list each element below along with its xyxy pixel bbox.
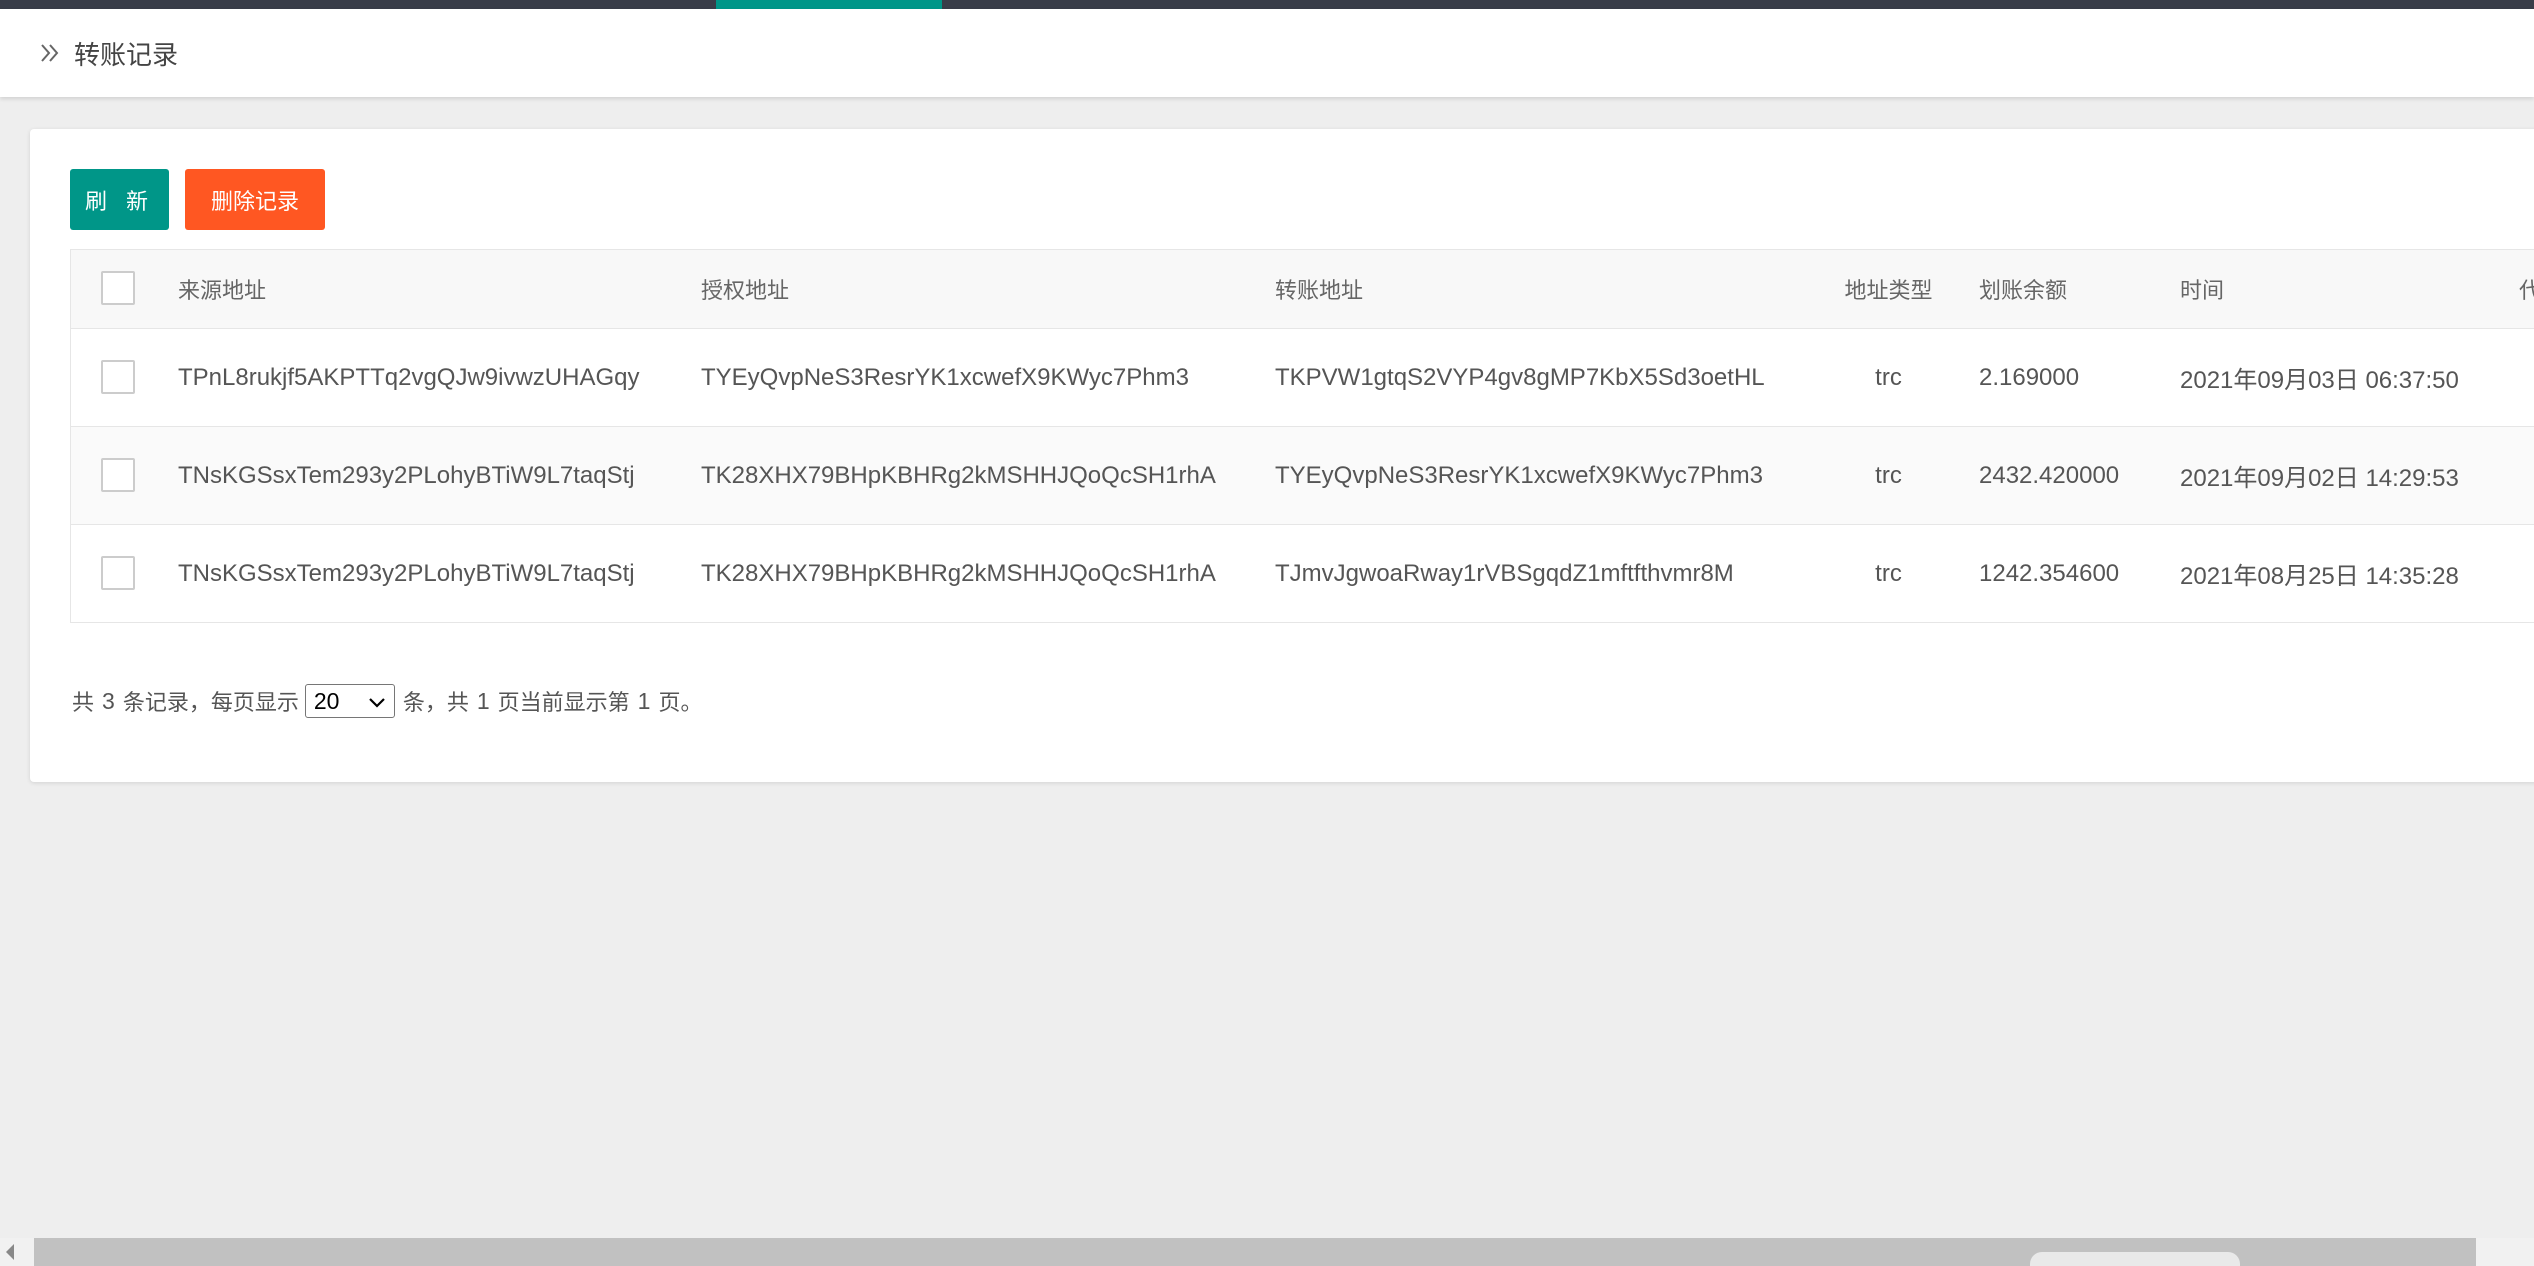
column-header-target[interactable]: 转账地址 (1275, 250, 1363, 328)
chevron-down-icon (368, 688, 386, 715)
column-header-truncated[interactable]: 代 (2519, 250, 2534, 328)
row-checkbox[interactable] (101, 555, 135, 590)
transfer-amount: 2432.420000 (1979, 461, 2120, 489)
per-page-value: 20 (313, 687, 340, 714)
page-title: 转账记录 (74, 40, 179, 71)
target-address: TJmvJgwoaRway1rVBSgqdZ1mftfthvmr8M (1275, 559, 1734, 587)
auth-address: TYEyQvpNeS3ResrYK1xcwefX9KWyc7Phm3 (701, 363, 1189, 391)
double-chevron-right-icon (36, 39, 64, 67)
current-page-number: 1 (637, 687, 651, 714)
target-address: TKPVW1gtqS2VYP4gv8gMP7KbX5Sd3oetHL (1275, 363, 1765, 391)
table-row[interactable]: TNsKGSsxTem293y2PLohyBTiW9L7taqStj TK28X… (71, 427, 2534, 525)
record-time: 2021年09月03日 06:37:50 (2180, 367, 2459, 394)
table-row[interactable]: TPnL8rukjf5AKPTTq2vgQJw9ivwzUHAGqy TYEyQ… (71, 329, 2534, 427)
refresh-button[interactable]: 刷 新 (70, 169, 169, 230)
column-header-amount[interactable]: 划账余额 (1979, 250, 2067, 328)
transfer-amount: 2.169000 (1979, 363, 2080, 391)
delete-records-button[interactable]: 删除记录 (185, 169, 325, 230)
top-nav-bar (0, 0, 2534, 9)
pager-text-pages: 条，共 (402, 691, 469, 716)
horizontal-scrollbar[interactable] (0, 1238, 2534, 1266)
column-header-type[interactable]: 地址类型 (1826, 250, 1951, 328)
address-type: trc (1875, 461, 1902, 489)
scroll-left-arrow-icon[interactable] (6, 1244, 14, 1260)
select-all-checkbox[interactable] (101, 271, 135, 305)
column-header-time[interactable]: 时间 (2180, 250, 2224, 328)
overlay-widget-edge (2030, 1252, 2240, 1266)
target-address: TYEyQvpNeS3ResrYK1xcwefX9KWyc7Phm3 (1275, 461, 1763, 489)
address-type: trc (1875, 363, 1902, 391)
table-row[interactable]: TNsKGSsxTem293y2PLohyBTiW9L7taqStj TK28X… (71, 525, 2534, 623)
source-address: TNsKGSsxTem293y2PLohyBTiW9L7taqStj (178, 559, 635, 587)
column-header-auth[interactable]: 授权地址 (701, 250, 789, 328)
pager-suffix: 页。 (658, 691, 703, 716)
record-time: 2021年09月02日 14:29:53 (2180, 465, 2459, 492)
pager-text-records: 条记录，每页显示 (122, 691, 299, 716)
auth-address: TK28XHX79BHpKBHRg2kMSHHJQoQcSH1rhA (701, 461, 1216, 489)
address-type: trc (1875, 559, 1902, 587)
pager-text-current: 页当前显示第 (497, 691, 630, 716)
table-header-row: 来源地址 授权地址 转账地址 地址类型 划账余额 时间 代 (71, 250, 2534, 329)
page-header: 转账记录 (0, 9, 2534, 97)
per-page-select[interactable]: 20 (304, 684, 395, 718)
pagination-info: 共 3 条记录，每页显示 20 条，共 1 页当前显示第 1 页。 (72, 684, 702, 718)
pager-prefix: 共 (72, 691, 95, 716)
source-address: TNsKGSsxTem293y2PLohyBTiW9L7taqStj (178, 461, 635, 489)
column-header-source[interactable]: 来源地址 (178, 250, 266, 328)
top-nav-active-tab[interactable] (716, 0, 942, 9)
transfer-records-table: 来源地址 授权地址 转账地址 地址类型 划账余额 时间 代 TPnL8rukjf… (70, 249, 2534, 623)
auth-address: TK28XHX79BHpKBHRg2kMSHHJQoQcSH1rhA (701, 559, 1216, 587)
source-address: TPnL8rukjf5AKPTTq2vgQJw9ivwzUHAGqy (178, 363, 640, 391)
row-checkbox[interactable] (101, 457, 135, 492)
record-time: 2021年08月25日 14:35:28 (2180, 563, 2459, 590)
transfer-amount: 1242.354600 (1979, 559, 2120, 587)
total-records-count: 3 (102, 687, 115, 714)
total-pages-count: 1 (476, 687, 490, 714)
row-checkbox[interactable] (101, 359, 135, 394)
content-card: 刷 新 删除记录 来源地址 授权地址 转账地址 地址类型 划账余额 时间 代 T… (30, 129, 2534, 782)
